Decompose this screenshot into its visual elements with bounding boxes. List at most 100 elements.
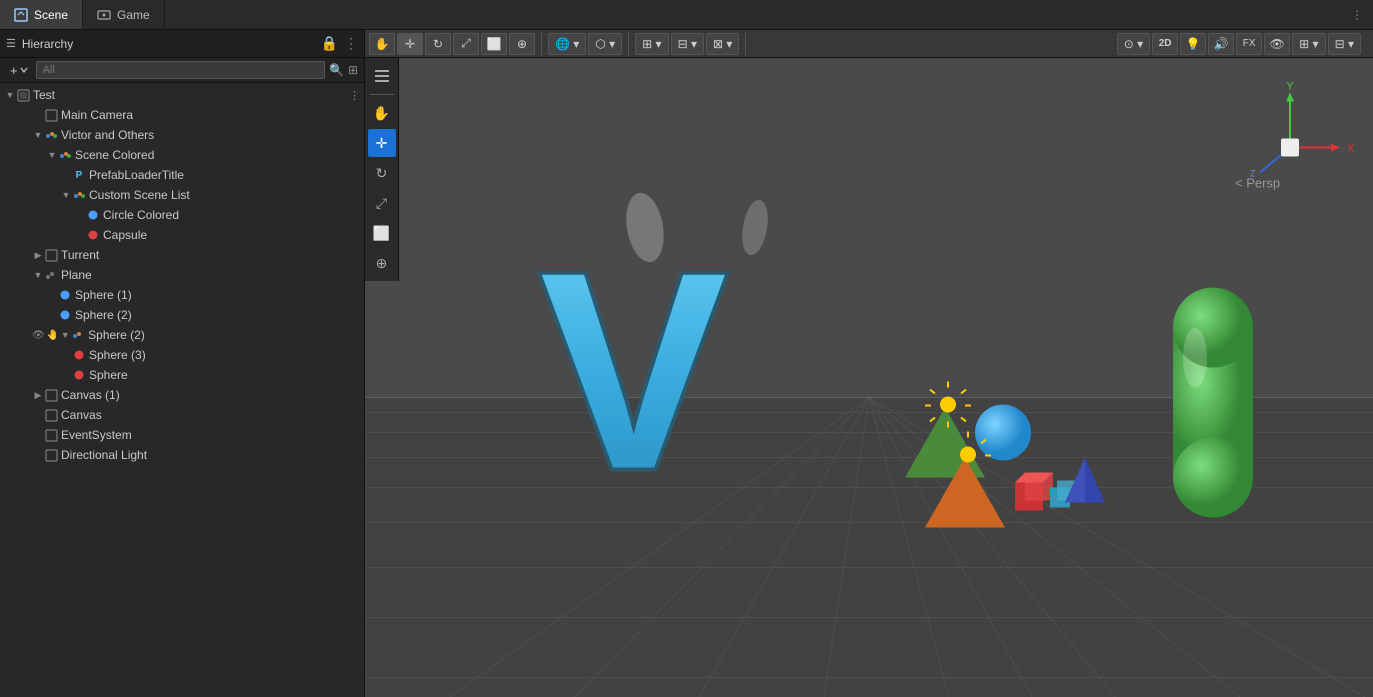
right-options: ⊙ ▾ 2D 💡 🔊 FX 👁 ⊞ ▾ ⊟ ▾: [1117, 33, 1367, 55]
tab-scene[interactable]: Scene: [0, 0, 83, 29]
tree-item-eventsystem[interactable]: EventSystem: [0, 425, 364, 445]
icon-sphere2b: [71, 328, 85, 342]
scene-icon: [14, 8, 28, 22]
add-icon: +: [10, 63, 18, 78]
add-button[interactable]: +: [6, 63, 32, 78]
icon-victor: [44, 128, 58, 142]
grid2-btn[interactable]: ⊟ ▾: [671, 33, 704, 55]
globe-btn[interactable]: 🌐 ▾: [548, 33, 586, 55]
audio-btn[interactable]: 🔊: [1208, 33, 1234, 55]
hierarchy-title: Hierarchy: [22, 37, 315, 51]
tree-item-sphere3[interactable]: Sphere (3): [0, 345, 364, 365]
icon-eventsystem: [44, 428, 58, 442]
game-icon: [97, 8, 111, 22]
tree-item-canvas[interactable]: Canvas: [0, 405, 364, 425]
shading-btn[interactable]: ⬡ ▾: [588, 33, 622, 55]
search-input[interactable]: [36, 61, 325, 79]
tree-item-custom-scene-list[interactable]: Custom Scene List: [0, 185, 364, 205]
aspect-btn[interactable]: ⊟ ▾: [1328, 33, 1361, 55]
hierarchy-search-bar: + 🔍 ⊞: [0, 58, 364, 83]
layers-btn[interactable]: ⊙ ▾: [1117, 33, 1150, 55]
snap-btn[interactable]: ⊞ ▾: [635, 33, 668, 55]
svg-text:X: X: [1347, 143, 1355, 155]
tree-item-canvas1[interactable]: Canvas (1): [0, 385, 364, 405]
move-tool[interactable]: ✛: [368, 129, 396, 157]
label-sphere1: Sphere (1): [75, 288, 132, 302]
rotate-tool[interactable]: ↻: [368, 159, 396, 187]
arrow-sphere2b: [59, 330, 71, 340]
tree-item-plane[interactable]: Plane: [0, 265, 364, 285]
move-tool-btn[interactable]: ✛: [397, 33, 423, 55]
label-sphere3: Sphere (3): [89, 348, 146, 362]
view-options: 🌐 ▾ ⬡ ▾: [548, 33, 629, 55]
hierarchy-more-btn[interactable]: ⋮: [344, 35, 358, 52]
tree-item-main-camera[interactable]: Main Camera: [0, 105, 364, 125]
tree-item-prefab-loader[interactable]: P PrefabLoaderTitle: [0, 165, 364, 185]
tree-item-circle-colored[interactable]: Circle Colored: [0, 205, 364, 225]
label-scene-colored: Scene Colored: [75, 148, 154, 162]
hierarchy-lock-btn[interactable]: 🔒: [321, 35, 338, 52]
tree-item-sphere[interactable]: Sphere: [0, 365, 364, 385]
tree-item-sphere2a[interactable]: Sphere (2): [0, 305, 364, 325]
icon-prefab-loader: P: [72, 168, 86, 182]
scene-viewport: V V: [365, 58, 1373, 697]
tree-item-test[interactable]: Test ⋮: [0, 85, 364, 105]
arrow-scene-colored: [46, 150, 58, 160]
arrow-turrent: [32, 250, 44, 261]
hand-tool-btn[interactable]: ✋: [369, 33, 395, 55]
universal-tool[interactable]: ⊕: [368, 249, 396, 277]
search-extra-btn[interactable]: ⊞: [348, 63, 358, 77]
tree-item-turrent[interactable]: Turrent: [0, 245, 364, 265]
arrow-test: [4, 90, 16, 100]
tab-scene-label: Scene: [34, 8, 68, 22]
label-plane: Plane: [61, 268, 92, 282]
scale-tool[interactable]: ⤢: [368, 189, 396, 217]
more-tabs-button[interactable]: ⋮: [1341, 8, 1373, 22]
tool-panel: ✋ ✛ ↻ ⤢ ⬜ ⊕: [365, 58, 399, 281]
icon-capsule: [86, 228, 100, 242]
scene-area: ✋ ✛ ↻ ⤢ ⬜ ⊕ 🌐 ▾ ⬡ ▾ ⊞ ▾ ⊟ ▾ ⊠ ▾ ⊙ ▾: [365, 30, 1373, 697]
label-directional-light: Directional Light: [61, 448, 147, 462]
2d-btn[interactable]: 2D: [1152, 33, 1178, 55]
tree-item-scene-colored[interactable]: Scene Colored: [0, 145, 364, 165]
scale-tool-btn[interactable]: ⤢: [453, 33, 479, 55]
rect-tool[interactable]: ⬜: [368, 219, 396, 247]
tree-item-sphere1[interactable]: Sphere (1): [0, 285, 364, 305]
test-more-btn[interactable]: ⋮: [349, 89, 360, 102]
label-sphere: Sphere: [89, 368, 128, 382]
label-victor: Victor and Others: [61, 128, 154, 142]
universal-tool-btn[interactable]: ⊕: [509, 33, 535, 55]
tab-game-label: Game: [117, 8, 150, 22]
label-sphere2a: Sphere (2): [75, 308, 132, 322]
label-prefab-loader: PrefabLoaderTitle: [89, 168, 184, 182]
tree-item-victor[interactable]: Victor and Others: [0, 125, 364, 145]
tab-game[interactable]: Game: [83, 0, 165, 29]
icon-directional-light: [44, 448, 58, 462]
scene-toolbar: ✋ ✛ ↻ ⤢ ⬜ ⊕ 🌐 ▾ ⬡ ▾ ⊞ ▾ ⊟ ▾ ⊠ ▾ ⊙ ▾: [365, 30, 1373, 58]
label-canvas1: Canvas (1): [61, 388, 120, 402]
gizmo-btn[interactable]: ⊠ ▾: [706, 33, 739, 55]
label-sphere2b: Sphere (2): [88, 328, 145, 342]
search-icon[interactable]: 🔍: [329, 63, 344, 77]
camera-btn[interactable]: ⊞ ▾: [1292, 33, 1325, 55]
label-test: Test: [33, 88, 55, 102]
fx-btn[interactable]: FX: [1236, 33, 1262, 55]
hand-tool[interactable]: ✋: [368, 99, 396, 127]
arrow-victor: [32, 130, 44, 140]
rect-tool-btn[interactable]: ⬜: [481, 33, 507, 55]
label-main-camera: Main Camera: [61, 108, 133, 122]
icon-sphere: [72, 368, 86, 382]
effects-btn[interactable]: 👁: [1264, 33, 1290, 55]
tree-item-directional-light[interactable]: Directional Light: [0, 445, 364, 465]
arrow-plane: [32, 270, 44, 280]
tree-item-sphere2b[interactable]: 👁 🤚 Sphere (2): [0, 325, 364, 345]
hierarchy-panel: ☰ Hierarchy 🔒 ⋮ + 🔍 ⊞ Test ⋮: [0, 30, 365, 697]
icon-main-camera: [44, 108, 58, 122]
arrow-canvas1: [32, 390, 44, 401]
icon-sphere1: [58, 288, 72, 302]
light-btn[interactable]: 💡: [1180, 33, 1206, 55]
hamburger-tool-btn[interactable]: [368, 62, 396, 90]
tree-item-capsule[interactable]: Capsule: [0, 225, 364, 245]
rotate-tool-btn[interactable]: ↻: [425, 33, 451, 55]
label-custom-scene-list: Custom Scene List: [89, 188, 190, 202]
